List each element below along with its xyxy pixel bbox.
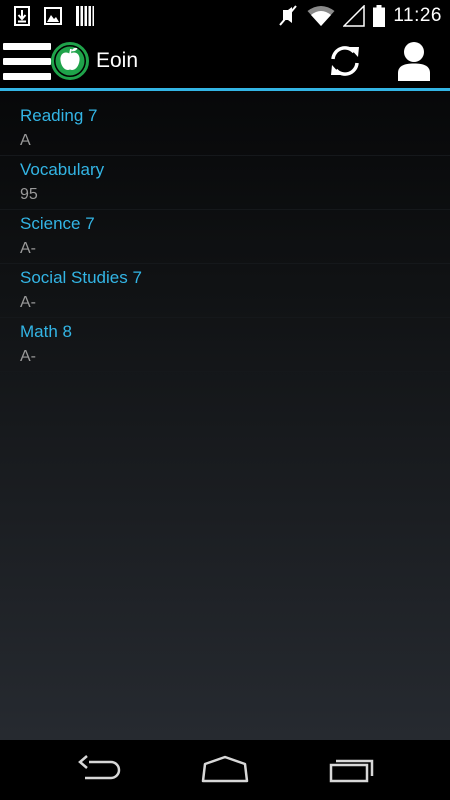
course-name: Math 8 [20,322,72,341]
back-icon [75,755,127,790]
course-item[interactable]: Reading 7 A [0,102,450,156]
signal-icon [343,5,366,27]
barcode-icon [76,6,94,26]
screen: 11:26 Eoin Reading 7 A Vocabulary 95 Sci… [0,0,450,800]
recents-button[interactable] [326,754,378,786]
system-icons: 11:26 [277,3,442,29]
navigation-bar [0,740,450,800]
recents-icon [326,759,378,790]
battery-icon [373,5,386,27]
mute-icon [277,4,299,28]
home-button[interactable] [199,754,251,786]
notification-icons [14,6,94,26]
action-bar: Eoin [0,33,450,88]
download-icon [14,6,30,26]
course-grade: A [20,132,31,149]
course-name: Science 7 [20,214,95,233]
course-item[interactable]: Vocabulary 95 [0,156,450,210]
course-item[interactable]: Social Studies 7 A- [0,264,450,318]
course-list-container: Reading 7 A Vocabulary 95 Science 7 A- S… [0,91,450,740]
course-item[interactable]: Math 8 A- [0,318,450,372]
apple-logo-icon [50,41,90,81]
profile-button[interactable] [392,40,436,82]
course-item[interactable]: Science 7 A- [0,210,450,264]
course-name: Social Studies 7 [20,268,142,287]
course-name: Vocabulary [20,160,105,179]
course-grade: A- [20,294,36,311]
home-icon [199,755,251,790]
course-list: Reading 7 A Vocabulary 95 Science 7 A- S… [0,102,450,372]
refresh-button[interactable] [325,42,365,80]
profile-icon [392,42,436,86]
menu-button[interactable] [3,41,51,81]
back-button[interactable] [75,754,127,786]
refresh-icon [325,46,365,84]
course-name: Reading 7 [20,106,98,125]
image-icon [44,7,62,25]
page-title: Eoin [96,49,139,72]
course-grade: A- [20,348,36,365]
course-grade: A- [20,240,36,257]
course-grade: 95 [20,186,38,203]
wifi-icon [307,5,335,27]
status-time: 11:26 [393,5,442,26]
status-bar: 11:26 [0,0,450,33]
